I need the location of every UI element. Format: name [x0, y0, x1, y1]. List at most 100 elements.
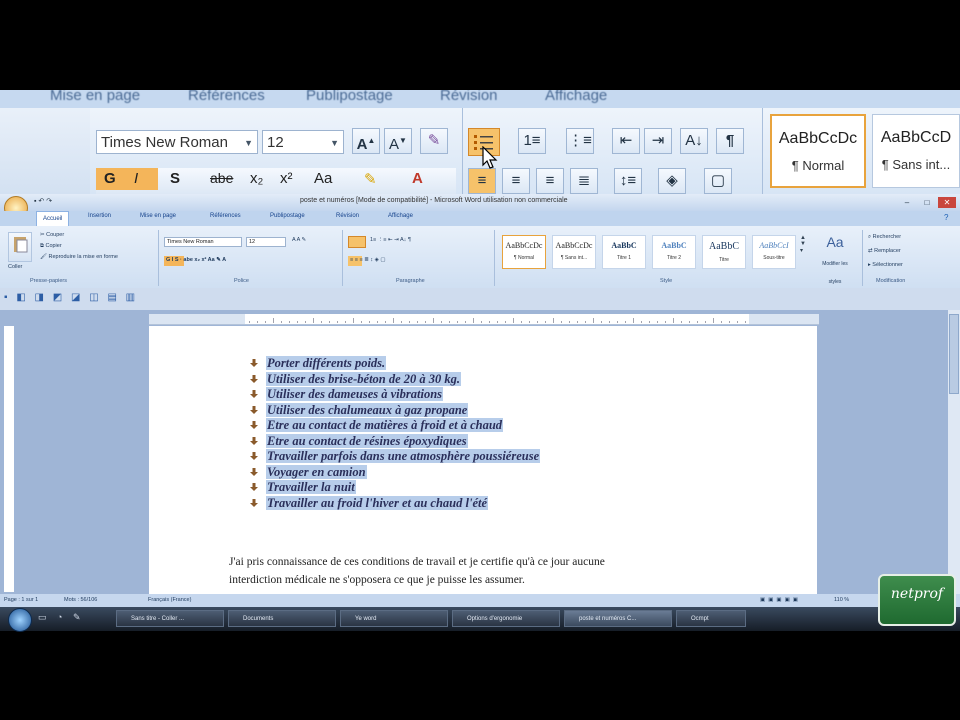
- status-page[interactable]: Page : 1 sur 1: [4, 597, 38, 603]
- dropdown-arrow-icon[interactable]: ▼: [330, 131, 339, 155]
- find-button[interactable]: ⌕ Rechercher: [868, 234, 901, 241]
- style-normal[interactable]: AaBbCcDc ¶ Normal: [502, 235, 546, 269]
- view-mode-icons[interactable]: ▣▣▣▣▣: [760, 597, 801, 603]
- style-name: Sous-titre: [763, 255, 785, 261]
- grow-font-icon[interactable]: A▲: [352, 128, 380, 154]
- style-title-1[interactable]: AaBbC Titre 1: [602, 235, 646, 269]
- bullet-list-item[interactable]: Utiliser des chalumeaux à gaz propane: [249, 402, 469, 418]
- close-icon[interactable]: ✕: [938, 197, 956, 208]
- start-button-icon[interactable]: [8, 608, 32, 632]
- paragraph-mark-icon[interactable]: ¶: [716, 128, 744, 154]
- text-highlight-icon[interactable]: ✎: [364, 170, 377, 188]
- vertical-scrollbar[interactable]: [948, 310, 960, 594]
- style-title-2[interactable]: AaBbC Titre 2: [652, 235, 696, 269]
- status-words[interactable]: Mots : 56/106: [64, 597, 97, 603]
- underline-icon[interactable]: S: [170, 170, 180, 187]
- bullet-list-item[interactable]: Porter différents poids.: [249, 356, 387, 371]
- select-button[interactable]: ▸ Sélectionner: [868, 262, 903, 268]
- taskbar-button[interactable]: Options d'ergonomie: [452, 610, 560, 627]
- bullet-list-item[interactable]: Etre au contact de matières à froid et à…: [249, 418, 504, 433]
- style-no-spacing[interactable]: AaBbCcDc ¶ Sans int...: [552, 235, 596, 269]
- paragraph-list-icons[interactable]: 1≡ ⋮≡ ⇤ ⇥ A↓ ¶: [370, 237, 411, 243]
- quick-save-icon[interactable]: ▪ ↶ ↷: [34, 197, 52, 205]
- subscript-icon[interactable]: x₂: [250, 170, 263, 187]
- status-zoom[interactable]: 110 %: [834, 597, 849, 603]
- ruler-ticks: [149, 314, 819, 324]
- replace-button[interactable]: ⇄ Remplacer: [868, 248, 901, 254]
- bullet-list-item[interactable]: Travailler au froid l'hiver et au chaud …: [249, 495, 489, 511]
- tab-accueil[interactable]: Accueil: [36, 211, 70, 226]
- bullet-list-item[interactable]: Voyager en camion: [249, 464, 367, 480]
- bullet-list-item[interactable]: Travailler la nuit: [249, 480, 356, 495]
- font-name-field[interactable]: Times New Roman: [164, 237, 242, 247]
- superscript-icon[interactable]: x²: [280, 170, 293, 187]
- style-title[interactable]: AaBbC Titre: [702, 235, 746, 269]
- maximize-icon[interactable]: □: [918, 197, 936, 208]
- styles-scroll-arrows[interactable]: ▲ ▼ ▾: [800, 235, 806, 254]
- quick-access-icons[interactable]: ▪ ◧ ◨ ◩ ◪ ◫ ▤ ▥: [4, 292, 138, 303]
- multilevel-list-icon[interactable]: ⋮≡: [566, 128, 594, 154]
- paste-button[interactable]: [8, 232, 32, 262]
- bullet-list-item[interactable]: Utiliser des dameuses à vibrations: [249, 387, 444, 402]
- bullets-button-active[interactable]: [348, 236, 366, 248]
- font-color-icon[interactable]: A: [412, 170, 423, 187]
- style-subtitle[interactable]: AaBbCcI Sous-titre: [752, 235, 796, 269]
- horizontal-ruler[interactable]: [149, 314, 819, 325]
- paragraph-line[interactable]: interdiction médicale ne s'opposera ce q…: [229, 574, 525, 586]
- group-label-editing: Modification: [876, 278, 906, 284]
- shading-icon[interactable]: ◈: [658, 168, 686, 194]
- paragraph-line[interactable]: J'ai pris connaissance de ces conditions…: [229, 556, 605, 568]
- strikethrough-icon[interactable]: abe: [210, 170, 233, 186]
- zoomed-font-size-field[interactable]: 12 ▼: [262, 130, 344, 154]
- paragraph-align-icons[interactable]: ≡ ≡ ≡ ≣ ↕ ◈ ▢: [350, 257, 386, 263]
- tab-insertion[interactable]: Insertion: [88, 213, 111, 219]
- taskbar-button[interactable]: Sans titre - Coller ...: [116, 610, 224, 627]
- tab-publipostage[interactable]: Publipostage: [270, 213, 305, 219]
- bullet-list-item[interactable]: Utiliser des brise-béton de 20 à 30 kg.: [249, 371, 462, 387]
- document-page[interactable]: Porter différents poids. Utiliser des bri…: [149, 326, 817, 594]
- help-icon[interactable]: ?: [944, 213, 948, 222]
- align-center-icon[interactable]: ≡: [502, 168, 530, 194]
- italic-icon[interactable]: I: [134, 170, 138, 187]
- bullet-list-item[interactable]: Etre au contact de résines époxydiques: [249, 433, 468, 449]
- change-styles-button[interactable]: Aa Modifier les styles: [818, 234, 852, 285]
- taskbar-button[interactable]: Ye word: [340, 610, 448, 627]
- bullet-list-item[interactable]: Travailler parfois dans une atmosphère p…: [249, 449, 541, 464]
- taskbar-button[interactable]: Ocmpt: [676, 610, 746, 627]
- borders-icon[interactable]: ▢: [704, 168, 732, 194]
- change-case-icon[interactable]: Aa: [314, 170, 332, 187]
- clear-format-icon[interactable]: ✎: [420, 128, 448, 154]
- line-spacing-icon[interactable]: ↕≡: [614, 168, 642, 194]
- grow-shrink-icons[interactable]: A A ✎: [292, 237, 306, 243]
- bold-icon[interactable]: G: [104, 170, 116, 187]
- copy-button[interactable]: ⧉ Copier: [40, 243, 62, 250]
- cut-button[interactable]: ✂ Couper: [40, 232, 64, 238]
- tab-references[interactable]: Références: [210, 213, 241, 219]
- tab-affichage[interactable]: Affichage: [388, 213, 413, 219]
- zoomed-font-name-field[interactable]: Times New Roman ▼: [96, 130, 258, 154]
- font-size-field[interactable]: 12: [246, 237, 286, 247]
- dropdown-arrow-icon[interactable]: ▼: [244, 131, 253, 155]
- align-left-icon[interactable]: ≡: [468, 168, 496, 194]
- scrollbar-thumb[interactable]: [949, 314, 959, 394]
- increase-indent-icon[interactable]: ⇥: [644, 128, 672, 154]
- style-preview: AaBbC: [709, 241, 739, 252]
- zoomed-style-no-spacing[interactable]: AaBbCcD ¶ Sans int...: [872, 114, 960, 188]
- decrease-indent-icon[interactable]: ⇤: [612, 128, 640, 154]
- numbered-list-icon[interactable]: 1≡: [518, 128, 546, 154]
- quick-launch-icons[interactable]: ▭ ◔ ✎: [38, 612, 84, 623]
- zoomed-style-normal[interactable]: AaBbCcDc ¶ Normal: [770, 114, 866, 188]
- minimize-icon[interactable]: –: [898, 197, 916, 208]
- taskbar-button-active[interactable]: poste et numéros C...: [564, 610, 672, 627]
- sort-icon[interactable]: A↓: [680, 128, 708, 154]
- font-format-icons[interactable]: G I S · abe x₂ x² Aa ✎ A: [166, 257, 226, 263]
- tab-mise-en-page[interactable]: Mise en page: [140, 213, 176, 219]
- status-language[interactable]: Français (France): [148, 597, 191, 603]
- justify-icon[interactable]: ≣: [570, 168, 598, 194]
- align-right-icon[interactable]: ≡: [536, 168, 564, 194]
- format-painter-button[interactable]: 🖌 Reproduire la mise en forme: [40, 254, 118, 260]
- tab-revision[interactable]: Révision: [336, 213, 359, 219]
- taskbar-button[interactable]: Documents: [228, 610, 336, 627]
- shrink-font-icon[interactable]: A▼: [384, 128, 412, 154]
- vertical-ruler[interactable]: [4, 326, 14, 592]
